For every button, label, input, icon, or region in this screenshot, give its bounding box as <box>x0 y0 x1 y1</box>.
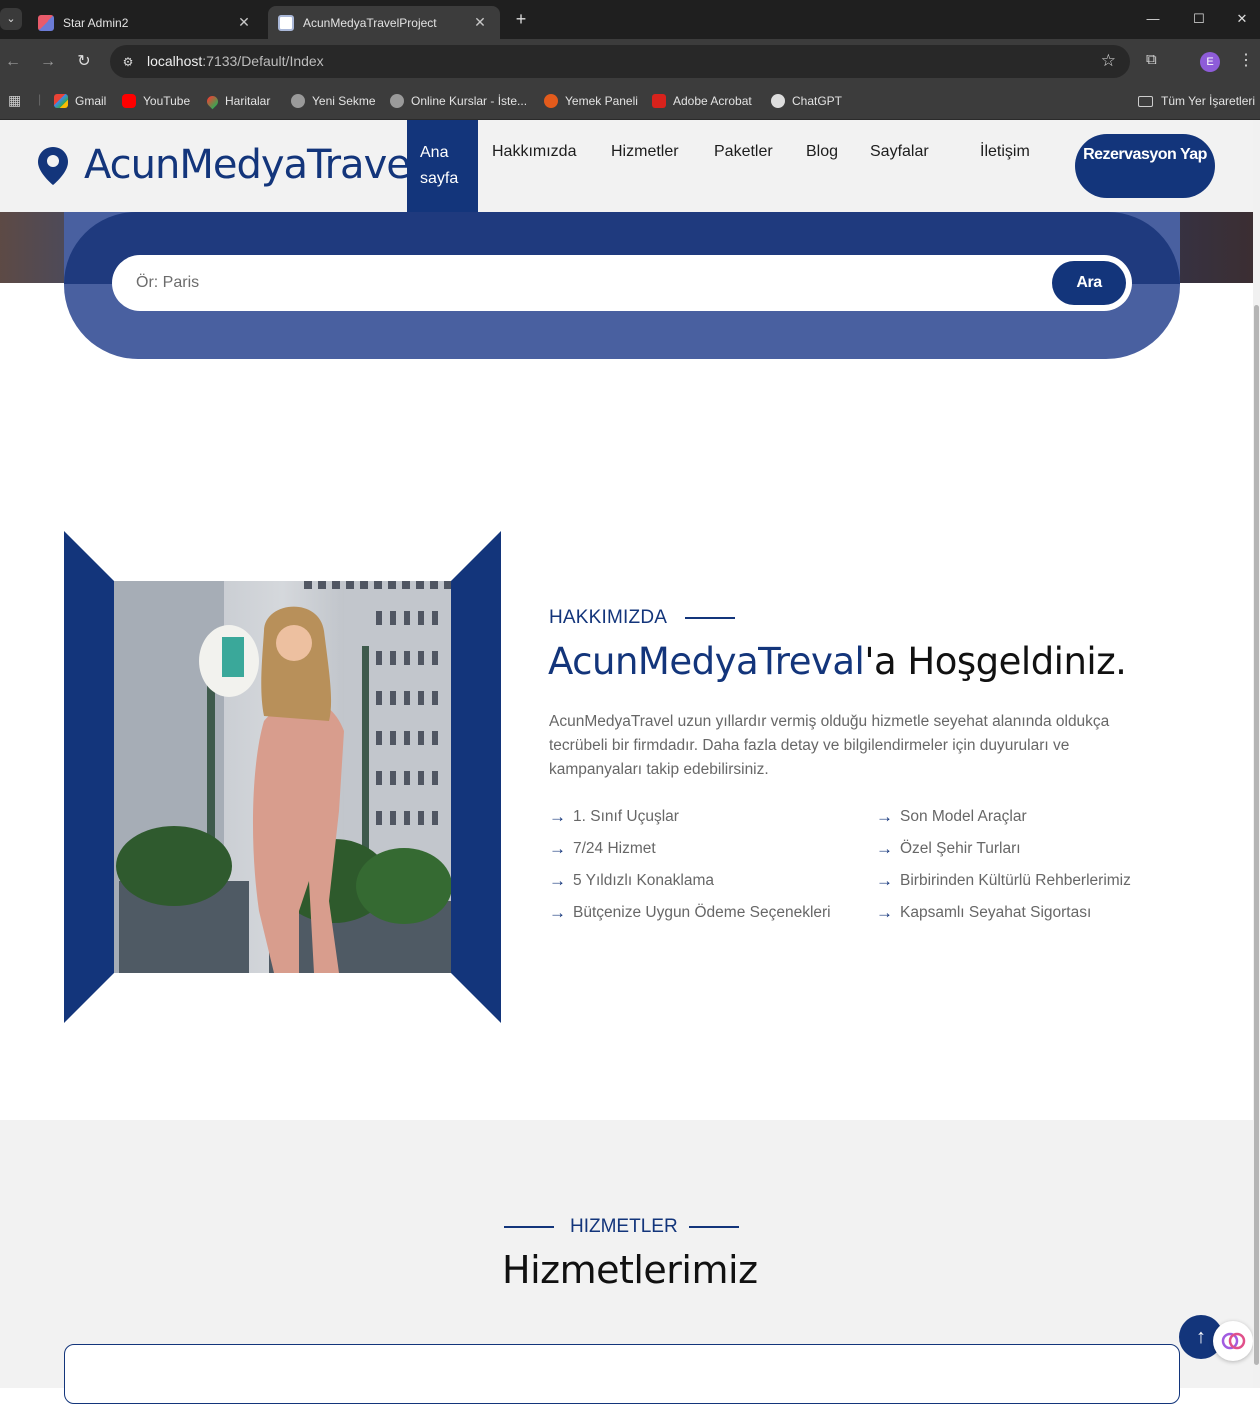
folder-icon <box>1138 95 1153 107</box>
all-bookmarks[interactable]: Tüm Yer İşaretleri <box>1138 94 1255 108</box>
tab-title: Star Admin2 <box>63 15 129 30</box>
browser-tab-star-admin[interactable]: Star Admin2 ✕ <box>28 6 264 39</box>
feature-item: → Son Model Araçlar <box>876 807 1027 826</box>
about-section-tag: HAKKIMIZDA <box>549 607 668 628</box>
feature-item: → Bütçenize Uygun Ödeme Seçenekleri <box>549 903 831 922</box>
woman-with-hat-image <box>114 581 451 973</box>
browser-toolbar: ← → ↻ ⚙ localhost:7133/Default/Index ☆ ⧉… <box>0 39 1260 85</box>
apps-grid-icon[interactable]: ▦ <box>8 92 21 109</box>
nav-about[interactable]: Hakkımızda <box>492 143 576 161</box>
address-bar[interactable]: ⚙ localhost:7133/Default/Index ☆ <box>110 45 1130 78</box>
tab-title: AcunMedyaTravelProject <box>303 15 437 30</box>
close-tab-icon[interactable]: ✕ <box>234 14 254 31</box>
bookmark-chatgpt[interactable]: ChatGPT <box>771 94 842 108</box>
services-title: Hizmetlerimiz <box>502 1248 758 1292</box>
nav-contact[interactable]: İletişim <box>980 143 1030 161</box>
browser-tab-acunmedya[interactable]: AcunMedyaTravelProject ✕ <box>268 6 500 39</box>
nav-home[interactable]: Ana sayfa <box>407 120 478 212</box>
feature-item: → 5 Yıldızlı Konaklama <box>549 871 715 890</box>
site-settings-icon[interactable]: ⚙ <box>120 54 136 70</box>
nav-packages[interactable]: Paketler <box>714 143 773 161</box>
feature-item: → 7/24 Hizmet <box>549 839 656 858</box>
new-tab-icon[interactable]: + <box>510 8 532 30</box>
reload-icon[interactable]: ↻ <box>73 51 95 73</box>
services-tag-line <box>504 1226 554 1228</box>
reservation-button[interactable]: Rezervasyon Yap <box>1075 134 1215 198</box>
bookmarks-divider: | <box>38 92 42 106</box>
bookmark-online-courses[interactable]: Online Kurslar - İste... <box>390 94 527 108</box>
bookmarks-bar: ▦ | Gmail YouTube Haritalar Yeni Sekme O… <box>0 85 1260 120</box>
feature-item: → Özel Şehir Turları <box>876 839 1021 858</box>
feature-item: → Kapsamlı Seyahat Sigortası <box>876 903 1092 922</box>
gmail-icon <box>54 94 68 108</box>
window-close-icon[interactable]: ✕ <box>1232 8 1252 30</box>
bookmark-gmail[interactable]: Gmail <box>54 94 106 108</box>
nav-pages-dropdown[interactable]: Sayfalar <box>870 143 929 161</box>
floating-assistant-button[interactable] <box>1213 1321 1253 1361</box>
about-description: AcunMedyaTravel uzun yıllardır vermiş ol… <box>549 713 1110 778</box>
service-card <box>64 1344 1180 1404</box>
arrow-right-icon: → <box>876 839 893 858</box>
maps-icon <box>204 93 221 109</box>
nav-blog[interactable]: Blog <box>806 143 838 161</box>
document-favicon-icon <box>278 14 294 31</box>
about-tag-line <box>685 617 735 619</box>
arrow-right-icon: → <box>876 903 893 922</box>
food-icon <box>544 94 558 108</box>
youtube-icon <box>122 94 136 108</box>
arrow-right-icon: → <box>876 871 893 890</box>
star-admin-favicon-icon <box>38 14 54 31</box>
site-logo[interactable]: AcunMedyaTravel <box>84 142 421 188</box>
chatgpt-icon <box>771 94 785 108</box>
site-header: AcunMedyaTravel Ana sayfa Hakkımızda Hiz… <box>0 120 1253 277</box>
services-section-tag: HIZMETLER <box>570 1216 678 1237</box>
about-title: AcunMedyaTreval'a Hoşgeldiniz. <box>548 640 1127 683</box>
menu-dots-icon[interactable]: ⋮ <box>1238 50 1254 70</box>
map-pin-icon <box>38 147 68 185</box>
back-icon[interactable]: ← <box>2 51 24 73</box>
bookmark-youtube[interactable]: YouTube <box>122 94 190 108</box>
globe-icon <box>390 94 404 108</box>
bookmark-new-tab[interactable]: Yeni Sekme <box>291 94 376 108</box>
tab-search-icon[interactable]: ⌄ <box>0 8 22 30</box>
browser-tab-bar: ⌄ Star Admin2 ✕ AcunMedyaTravelProject ✕… <box>0 0 1260 39</box>
acrobat-icon <box>652 94 666 108</box>
feature-item: → 1. Sınıf Uçuşlar <box>549 807 679 826</box>
brain-icon <box>1221 1332 1246 1350</box>
arrow-right-icon: → <box>876 807 893 826</box>
about-photo <box>114 581 451 973</box>
feature-item: → Birbirinden Kültürlü Rehberlerimiz <box>876 871 1131 890</box>
search-input[interactable]: Ör: Paris Ara <box>112 255 1132 311</box>
search-placeholder: Ör: Paris <box>136 274 200 291</box>
bookmark-adobe-acrobat[interactable]: Adobe Acrobat <box>652 94 752 108</box>
nav-services[interactable]: Hizmetler <box>611 143 679 161</box>
url-text: localhost:7133/Default/Index <box>147 53 324 69</box>
extensions-icon[interactable]: ⧉ <box>1146 51 1157 68</box>
forward-icon[interactable]: → <box>37 51 59 73</box>
minimize-icon[interactable]: — <box>1143 8 1163 30</box>
globe-icon <box>291 94 305 108</box>
scrollbar-thumb[interactable] <box>1254 305 1259 1365</box>
arrow-right-icon: → <box>549 839 566 858</box>
arrow-right-icon: → <box>549 871 566 890</box>
maximize-icon[interactable]: ☐ <box>1189 8 1209 30</box>
bookmark-maps[interactable]: Haritalar <box>204 93 270 109</box>
bookmark-food-panel[interactable]: Yemek Paneli <box>544 94 638 108</box>
arrow-right-icon: → <box>549 903 566 922</box>
services-tag-line <box>689 1226 739 1228</box>
search-button[interactable]: Ara <box>1052 261 1126 305</box>
bookmark-star-icon[interactable]: ☆ <box>1101 51 1116 71</box>
close-tab-icon[interactable]: ✕ <box>470 14 490 31</box>
profile-avatar[interactable]: E <box>1200 52 1220 72</box>
arrow-right-icon: → <box>549 807 566 826</box>
